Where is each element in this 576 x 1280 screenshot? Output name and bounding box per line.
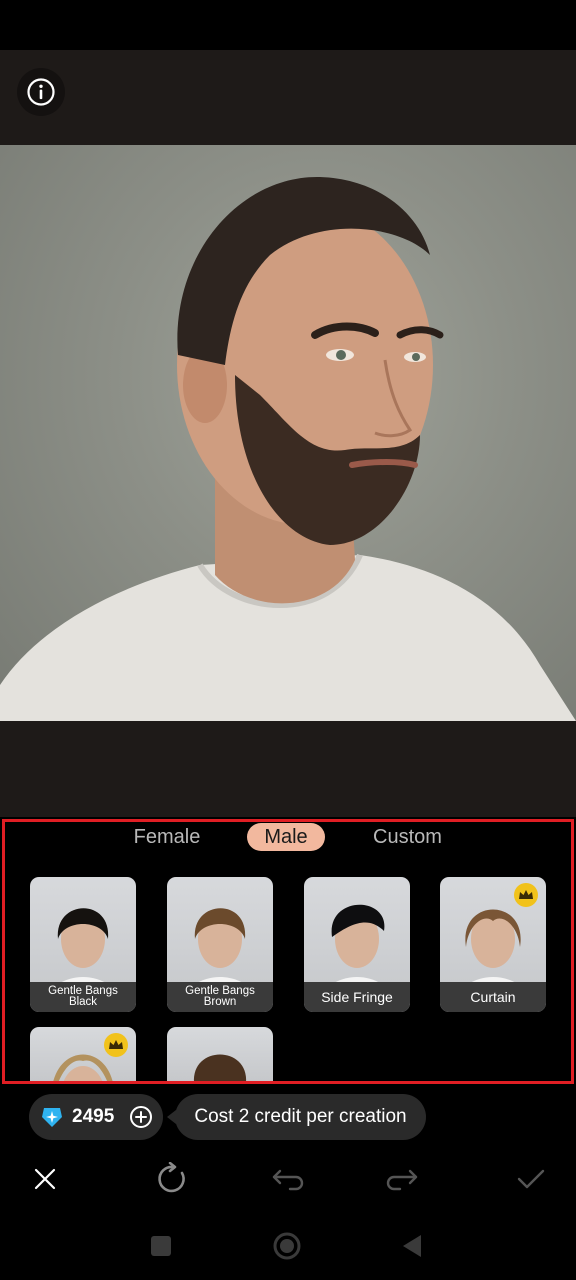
style-card-long-blonde[interactable] — [30, 1027, 136, 1084]
add-credits-icon[interactable] — [129, 1105, 153, 1129]
undo-icon — [272, 1169, 304, 1191]
premium-crown-badge — [104, 1033, 128, 1057]
status-bar — [0, 0, 576, 50]
confirm-button[interactable] — [514, 1162, 548, 1196]
style-card-bowl-cut[interactable] — [167, 1027, 273, 1084]
cost-tooltip: Cost 2 credit per creation — [167, 1094, 426, 1140]
style-card-side-fringe[interactable]: Side Fringe — [304, 877, 410, 1012]
redo-icon — [386, 1169, 418, 1191]
bottom-toolbar — [0, 1150, 576, 1208]
style-thumbnail — [193, 1054, 247, 1084]
regenerate-icon — [158, 1162, 185, 1193]
recents-icon[interactable] — [147, 1232, 175, 1260]
style-card-gentle-bangs-black[interactable]: Gentle Bangs Black — [30, 877, 136, 1012]
close-icon — [34, 1168, 56, 1190]
system-nav-bar — [0, 1210, 576, 1280]
style-card-gentle-bangs-brown[interactable]: Gentle Bangs Brown — [167, 877, 273, 1012]
info-icon — [27, 78, 55, 106]
credits-pill[interactable]: 2495 — [29, 1094, 163, 1140]
style-label: Gentle Bangs Black — [30, 982, 136, 1012]
crown-icon — [519, 890, 533, 899]
style-label: Curtain — [440, 982, 546, 1012]
home-icon[interactable] — [273, 1232, 301, 1260]
style-card-curtain[interactable]: Curtain — [440, 877, 546, 1012]
info-button[interactable] — [17, 68, 65, 116]
back-icon[interactable] — [398, 1232, 426, 1260]
style-label: Side Fringe — [304, 982, 410, 1012]
photo-bottom-padding — [0, 721, 576, 817]
premium-crown-badge — [514, 883, 538, 907]
tab-male[interactable]: Male — [247, 823, 325, 851]
tab-female[interactable]: Female — [122, 823, 212, 851]
credit-count: 2495 — [72, 1106, 115, 1127]
redo-button[interactable] — [386, 1162, 420, 1196]
tab-custom[interactable]: Custom — [360, 823, 455, 851]
gender-tabs: Female Male Custom — [0, 820, 576, 854]
top-area — [0, 50, 576, 145]
regenerate-button[interactable] — [156, 1162, 190, 1196]
style-label: Gentle Bangs Brown — [167, 982, 273, 1012]
portrait-photo — [0, 145, 576, 721]
credit-gem-icon — [42, 1108, 62, 1127]
portrait-illustration — [0, 176, 576, 721]
crown-icon — [109, 1040, 123, 1049]
confirm-icon — [517, 1169, 545, 1189]
undo-button[interactable] — [270, 1162, 304, 1196]
close-button[interactable] — [28, 1162, 62, 1196]
